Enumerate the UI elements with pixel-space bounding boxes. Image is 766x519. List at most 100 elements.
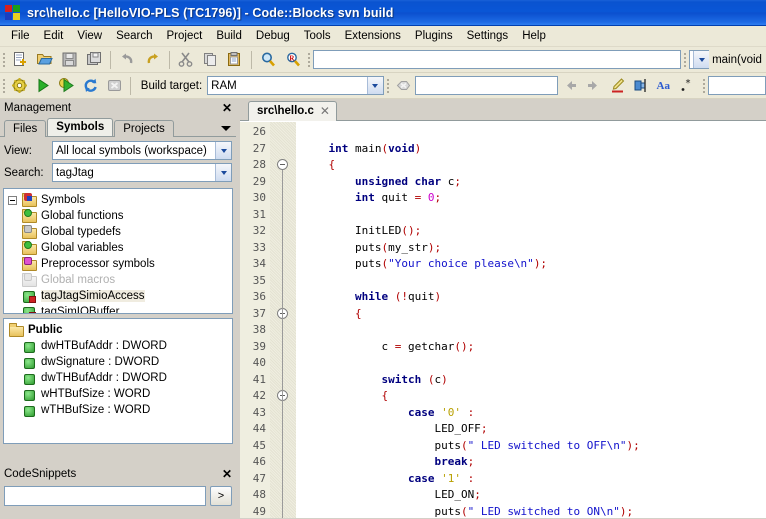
collapse-icon[interactable] [8,196,17,205]
tree-item[interactable]: Global functions [8,208,230,224]
code-line[interactable]: switch (c) [302,372,766,389]
undo-icon[interactable] [116,49,139,71]
run-icon[interactable] [33,75,55,97]
code-line[interactable] [302,207,766,224]
code-line[interactable] [302,322,766,339]
code-line[interactable]: InitLED(); [302,223,766,240]
member-item[interactable]: dwHTBufAddr : DWORD [8,338,230,354]
code-line[interactable] [302,124,766,141]
tree-item[interactable]: Global variables [8,240,230,256]
tree-item[interactable]: Preprocessor symbols [8,256,230,272]
tree-item[interactable]: tagSimIOBuffer [8,304,230,314]
menu-item-build[interactable]: Build [209,28,249,44]
close-icon[interactable]: ✕ [320,104,330,118]
code-line[interactable]: int quit = 0; [302,190,766,207]
view-filter-combo[interactable]: All local symbols (workspace) [52,141,232,160]
tree-root-symbols[interactable]: Symbols [8,192,230,208]
menu-item-settings[interactable]: Settings [460,28,516,44]
member-item[interactable]: wHTBufSize : WORD [8,386,230,402]
far-toolbar-input[interactable] [708,76,766,95]
tab-overflow-icon[interactable] [220,122,232,134]
back-arrow-icon[interactable] [559,75,581,97]
menu-item-view[interactable]: View [70,28,109,44]
code-line[interactable]: { [302,157,766,174]
code-line[interactable]: break; [302,454,766,471]
menu-item-help[interactable]: Help [515,28,553,44]
tab-files[interactable]: Files [4,120,46,137]
code-view[interactable]: 2627282930313233343536373839404142434445… [240,121,766,518]
build-and-run-icon[interactable] [56,75,78,97]
menu-item-file[interactable]: File [4,28,37,44]
code-line[interactable]: case '0' : [302,405,766,422]
code-line[interactable]: LED_ON; [302,487,766,504]
open-file-icon[interactable] [34,49,57,71]
debug-abort-icon[interactable] [393,75,415,97]
cut-icon[interactable] [174,49,197,71]
paste-icon[interactable] [224,49,247,71]
goto-declaration-icon[interactable] [630,75,652,97]
code-line[interactable] [302,355,766,372]
save-file-icon[interactable] [58,49,81,71]
toolbar-grip[interactable] [0,50,8,70]
menu-item-plugins[interactable]: Plugins [408,28,460,44]
toolbar-grip[interactable] [700,76,708,96]
member-item[interactable]: wTHBufSize : WORD [8,402,230,418]
match-case-icon[interactable]: Aa [654,75,676,97]
code-line[interactable]: int main(void) [302,141,766,158]
source-code[interactable]: int main(void) { unsigned char c; int qu… [296,122,766,518]
toolbar-grip[interactable] [681,50,689,70]
code-line[interactable] [302,273,766,290]
forward-arrow-icon[interactable] [583,75,605,97]
code-line[interactable]: puts(" LED switched to OFF\n"); [302,438,766,455]
code-line[interactable]: puts(my_str); [302,240,766,257]
tab-projects[interactable]: Projects [114,120,174,137]
copy-icon[interactable] [199,49,222,71]
codesnippets-search-input[interactable] [4,486,206,506]
redo-icon[interactable] [141,49,164,71]
tab-symbols[interactable]: Symbols [47,118,113,136]
new-file-icon[interactable] [9,49,32,71]
rebuild-icon[interactable] [80,75,102,97]
menu-item-edit[interactable]: Edit [37,28,71,44]
fold-toggle-icon[interactable] [277,159,288,170]
replace-icon[interactable]: R [282,49,305,71]
menu-item-project[interactable]: Project [160,28,210,44]
member-item[interactable]: dwTHBufAddr : DWORD [8,370,230,386]
abort-icon[interactable] [103,75,125,97]
close-icon[interactable]: ✕ [220,467,234,481]
menu-item-extensions[interactable]: Extensions [338,28,408,44]
close-icon[interactable]: ✕ [220,101,234,115]
folding-margin[interactable] [270,122,296,518]
toolbar-grip[interactable] [0,76,8,96]
find-icon[interactable] [257,49,280,71]
tree-item[interactable]: Global macros [8,272,230,288]
code-line[interactable]: LED_OFF; [302,421,766,438]
members-list[interactable]: PublicdwHTBufAddr : DWORDdwSignature : D… [3,318,233,444]
highlight-icon[interactable] [606,75,628,97]
code-line[interactable]: { [302,388,766,405]
code-line[interactable]: { [302,306,766,323]
regex-icon[interactable]: * [677,75,699,97]
build-search-input[interactable] [415,76,558,95]
members-group-public[interactable]: Public [8,322,230,338]
quick-search-input[interactable] [313,50,681,69]
code-line[interactable]: puts(" LED switched to ON\n"); [302,504,766,519]
code-line[interactable]: c = getchar(); [302,339,766,356]
menu-item-tools[interactable]: Tools [297,28,338,44]
search-filter-combo[interactable]: tagJtag [52,163,232,182]
menu-item-search[interactable]: Search [109,28,159,44]
tree-item[interactable]: Global typedefs [8,224,230,240]
member-item[interactable]: dwSignature : DWORD [8,354,230,370]
codesnippets-go-button[interactable]: > [210,486,232,506]
code-line[interactable]: unsigned char c; [302,174,766,191]
editor-tab-hello-c[interactable]: src\hello.c ✕ [248,101,337,121]
build-icon[interactable] [9,75,31,97]
scope-combo[interactable] [689,50,709,69]
tree-item[interactable]: tagJtagSimioAccess [8,288,230,304]
symbols-tree[interactable]: SymbolsGlobal functionsGlobal typedefsGl… [3,188,233,314]
save-all-icon[interactable] [83,49,106,71]
menu-item-debug[interactable]: Debug [249,28,297,44]
code-line[interactable]: puts("Your choice please\n"); [302,256,766,273]
toolbar-grip[interactable] [305,50,313,70]
toolbar-grip[interactable] [384,76,392,96]
